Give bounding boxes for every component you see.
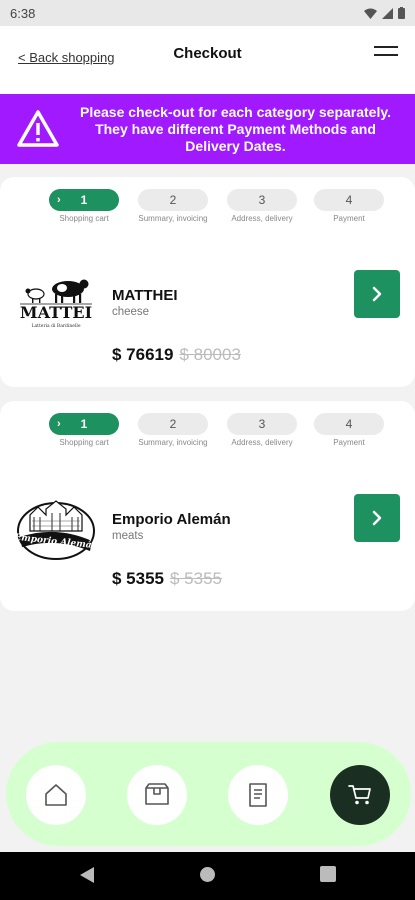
step-caption: Address, delivery (231, 214, 293, 223)
open-cart-button[interactable] (354, 494, 400, 542)
price-row: $ 5355 $ 5355 (112, 569, 222, 589)
home-icon (45, 784, 67, 806)
nav-products-button[interactable] (127, 765, 187, 825)
step-caption: Payment (333, 438, 365, 447)
recents-icon[interactable] (320, 866, 336, 882)
signal-icon (382, 7, 393, 19)
chevron-right-icon: › (57, 194, 61, 206)
warning-message: Please check-out for each category separ… (80, 103, 391, 154)
step-number: 3 (258, 193, 266, 207)
step-caption: Shopping cart (59, 438, 109, 447)
home-circle-icon[interactable] (199, 866, 216, 883)
open-cart-button[interactable] (354, 270, 400, 318)
step-number: 2 (169, 193, 177, 207)
battery-icon (398, 7, 405, 19)
step-shopping-cart[interactable]: › 1 Shopping cart (49, 413, 119, 447)
emporio-aleman-logo: Emporio Alemán (16, 500, 96, 560)
step-caption: Shopping cart (59, 214, 109, 223)
chevron-right-icon (372, 286, 382, 302)
checkout-steps: › 1 Shopping cart 2 Summary, invoicing 3 … (49, 189, 409, 229)
vendor-name: Emporio Alemán (112, 511, 231, 528)
chevron-right-icon (372, 510, 382, 526)
original-price: $ 80003 (179, 345, 241, 364)
document-icon (249, 783, 267, 807)
nav-orders-button[interactable] (228, 765, 288, 825)
status-time: 6:38 (10, 5, 36, 21)
nav-home-button[interactable] (26, 765, 86, 825)
warning-icon (17, 110, 59, 147)
step-address[interactable]: 3 Address, delivery (227, 413, 297, 447)
menu-icon[interactable] (374, 46, 398, 60)
step-number: 2 (169, 417, 177, 431)
mattei-logo: MATTEI Latteria di Bardinelle (20, 279, 92, 329)
system-navigation-bar (0, 852, 415, 900)
checkout-steps: › 1 Shopping cart 2 Summary, invoicing 3 … (49, 413, 409, 453)
cart-icon (348, 785, 371, 805)
step-caption: Summary, invoicing (138, 438, 208, 447)
page-title: Checkout (173, 45, 242, 62)
step-payment[interactable]: 4 Payment (314, 189, 384, 223)
vendor-category: meats (112, 530, 144, 542)
box-icon (145, 783, 169, 805)
step-number: 4 (345, 417, 353, 431)
step-payment[interactable]: 4 Payment (314, 413, 384, 447)
nav-cart-button[interactable] (330, 765, 390, 825)
vendor-cart-card: › 1 Shopping cart 2 Summary, invoicing 3 … (0, 401, 415, 611)
mattei-logo-subtext: Latteria di Bardinelle (32, 323, 81, 329)
bottom-navigation (6, 742, 411, 846)
step-number: 3 (258, 417, 266, 431)
original-price: $ 5355 (170, 569, 222, 588)
step-summary[interactable]: 2 Summary, invoicing (138, 413, 208, 447)
step-shopping-cart[interactable]: › 1 Shopping cart (49, 189, 119, 223)
back-icon[interactable] (79, 866, 95, 884)
price-row: $ 76619 $ 80003 (112, 345, 241, 365)
step-caption: Summary, invoicing (138, 214, 208, 223)
step-address[interactable]: 3 Address, delivery (227, 189, 297, 223)
step-number: 4 (345, 193, 353, 207)
chevron-right-icon: › (57, 418, 61, 430)
step-summary[interactable]: 2 Summary, invoicing (138, 189, 208, 223)
wifi-icon (364, 8, 377, 19)
step-caption: Payment (333, 214, 365, 223)
warning-banner: Please check-out for each category separ… (0, 94, 415, 164)
vendor-name: MATTHEI (112, 287, 178, 304)
vendor-cart-card: › 1 Shopping cart 2 Summary, invoicing 3 … (0, 177, 415, 387)
vendor-category: cheese (112, 306, 150, 318)
step-caption: Address, delivery (231, 438, 293, 447)
current-price: $ 5355 (112, 569, 164, 588)
mattei-logo-text: MATTEI (20, 303, 92, 322)
current-price: $ 76619 (112, 345, 174, 364)
app-header: < Back shopping Checkout (0, 26, 415, 94)
status-bar: 6:38 (0, 0, 415, 26)
step-number: 1 (80, 417, 88, 431)
step-number: 1 (80, 193, 88, 207)
